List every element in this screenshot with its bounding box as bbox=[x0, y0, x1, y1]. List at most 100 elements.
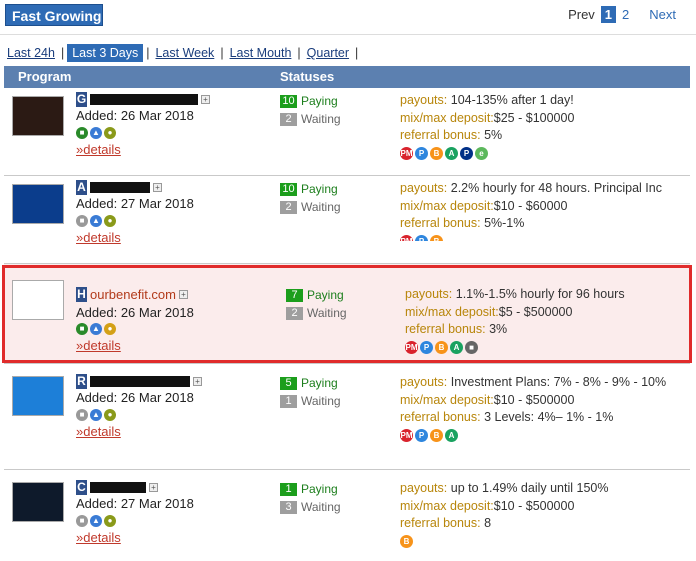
shield-icon: ▲ bbox=[90, 408, 102, 421]
referral-value: 5%-1% bbox=[480, 216, 525, 230]
redacted-name bbox=[90, 182, 150, 193]
deposit-value: $10 - $60000 bbox=[493, 198, 568, 213]
tab-last-3-days[interactable]: Last 3 Days bbox=[67, 44, 144, 62]
ddos-icon: ● bbox=[104, 514, 116, 527]
deposit-label: mix/max deposit: bbox=[400, 498, 494, 513]
waiting-count: 2 bbox=[280, 200, 297, 214]
redacted-name bbox=[90, 376, 190, 387]
page-2-link[interactable]: 2 bbox=[622, 7, 629, 22]
details-link[interactable]: »details bbox=[76, 423, 202, 441]
payouts-label: payouts: bbox=[400, 481, 448, 495]
lock-icon: ■ bbox=[76, 514, 88, 527]
expand-icon[interactable]: + bbox=[149, 483, 158, 492]
payeer-icon: P bbox=[415, 428, 428, 442]
shield-icon: ▲ bbox=[90, 514, 102, 527]
details-link[interactable]: »details bbox=[76, 229, 194, 247]
payeer-icon: P bbox=[415, 146, 428, 160]
referral-value: 5% bbox=[480, 128, 503, 142]
expand-icon[interactable]: + bbox=[153, 183, 162, 192]
payouts-label: payouts: bbox=[400, 375, 448, 389]
tab-last-mouth[interactable]: Last Mouth bbox=[227, 46, 295, 60]
table-row: R + Added: 26 Mar 2018 ■ ▲ ● »details 5 Payi… bbox=[4, 364, 690, 470]
waiting-count: 2 bbox=[280, 112, 297, 126]
bitcoin-icon: B bbox=[430, 234, 443, 241]
details-link[interactable]: »details bbox=[76, 529, 194, 547]
referral-label: referral bonus: bbox=[400, 410, 481, 424]
paying-label: Paying bbox=[301, 376, 338, 390]
table-row: G + Added: 26 Mar 2018 ■ ▲ ● »details 10 Pay… bbox=[4, 88, 690, 176]
ddos-icon: ● bbox=[104, 126, 116, 139]
deposit-label: mix/max deposit: bbox=[400, 198, 494, 213]
referral-label: referral bonus: bbox=[400, 516, 481, 530]
bitcoin-icon: B bbox=[400, 534, 413, 548]
period-tabs: Last 24h | Last 3 Days | Last Week | Last M… bbox=[4, 44, 361, 62]
bitcoin-icon: B bbox=[430, 428, 443, 442]
deposit-label: mix/max deposit: bbox=[400, 110, 494, 125]
perfect-money-icon: PM bbox=[400, 146, 413, 160]
page-1-current: 1 bbox=[600, 6, 617, 23]
advcash-icon: A bbox=[445, 428, 458, 442]
bitcoin-icon: B bbox=[430, 146, 443, 160]
tab-last-24h[interactable]: Last 24h bbox=[4, 46, 58, 60]
tab-last-week[interactable]: Last Week bbox=[152, 46, 217, 60]
referral-label: referral bonus: bbox=[400, 216, 481, 230]
referral-label: referral bonus: bbox=[400, 128, 481, 142]
redacted-name bbox=[90, 94, 198, 105]
site-initial: R bbox=[76, 374, 87, 389]
payeer-icon: P bbox=[415, 234, 428, 241]
page: { "title": "Fast Growing", "pager": {"pr… bbox=[0, 0, 696, 561]
pagination: Prev 1 2 Next bbox=[568, 6, 676, 23]
payouts-value: 2.2% hourly for 48 hours. Principal Inc bbox=[447, 181, 662, 195]
added-date: Added: 27 Mar 2018 bbox=[76, 496, 194, 511]
section-title: Fast Growing bbox=[5, 4, 103, 26]
waiting-count: 3 bbox=[280, 500, 297, 514]
deposit-label: mix/max deposit: bbox=[400, 392, 494, 407]
waiting-label: Waiting bbox=[301, 112, 341, 126]
tab-quarter[interactable]: Quarter bbox=[304, 46, 352, 60]
ddos-icon: ● bbox=[104, 214, 116, 227]
advcash-icon: A bbox=[445, 146, 458, 160]
deposit-value: $10 - $500000 bbox=[493, 392, 575, 407]
paying-count: 5 bbox=[280, 376, 297, 390]
paying-count: 10 bbox=[280, 94, 297, 108]
added-date: Added: 27 Mar 2018 bbox=[76, 196, 194, 211]
expand-icon[interactable]: + bbox=[201, 95, 210, 104]
waiting-count: 1 bbox=[280, 394, 297, 408]
prev-link[interactable]: Prev bbox=[568, 7, 595, 22]
redacted-name bbox=[90, 482, 146, 493]
table-row: C + Added: 27 Mar 2018 ■ ▲ ● »details 1 Payi… bbox=[4, 470, 690, 561]
site-thumbnail[interactable] bbox=[12, 376, 64, 416]
shield-icon: ▲ bbox=[90, 126, 102, 139]
next-link[interactable]: Next bbox=[649, 7, 676, 22]
referral-value: 8 bbox=[480, 516, 492, 530]
deposit-value: $10 - $500000 bbox=[493, 498, 575, 513]
added-date: Added: 26 Mar 2018 bbox=[76, 390, 194, 405]
site-initial: C bbox=[76, 480, 87, 495]
highlight-frame bbox=[2, 265, 692, 363]
deposit-value: $25 - $100000 bbox=[493, 110, 575, 125]
site-thumbnail[interactable] bbox=[12, 184, 64, 224]
payouts-value: Investment Plans: 7% - 8% - 9% - 10% bbox=[447, 375, 667, 389]
perfect-money-icon: PM bbox=[400, 428, 413, 442]
site-thumbnail[interactable] bbox=[12, 96, 64, 136]
expand-icon[interactable]: + bbox=[193, 377, 202, 386]
lock-icon: ■ bbox=[76, 408, 88, 421]
paypal-icon: P bbox=[460, 146, 473, 160]
ddos-icon: ● bbox=[104, 408, 116, 421]
table-header: Program Statuses bbox=[4, 66, 690, 88]
paying-count: 1 bbox=[280, 482, 297, 496]
site-thumbnail[interactable] bbox=[12, 482, 64, 522]
waiting-label: Waiting bbox=[301, 500, 341, 514]
details-link[interactable]: »details bbox=[76, 141, 210, 159]
divider bbox=[0, 34, 696, 35]
payouts-label: payouts: bbox=[400, 181, 448, 195]
table-row: A + Added: 27 Mar 2018 ■ ▲ ● »details 10 Pay… bbox=[4, 176, 690, 264]
shield-icon: ▲ bbox=[90, 214, 102, 227]
waiting-label: Waiting bbox=[301, 394, 341, 408]
perfect-money-icon: PM bbox=[400, 234, 413, 241]
site-initial: G bbox=[76, 92, 87, 107]
referral-value: 3 Levels: 4%– 1% - 1% bbox=[480, 410, 614, 424]
added-date: Added: 26 Mar 2018 bbox=[76, 108, 194, 123]
payouts-label: payouts: bbox=[400, 93, 448, 107]
epayments-icon: e bbox=[475, 146, 488, 160]
